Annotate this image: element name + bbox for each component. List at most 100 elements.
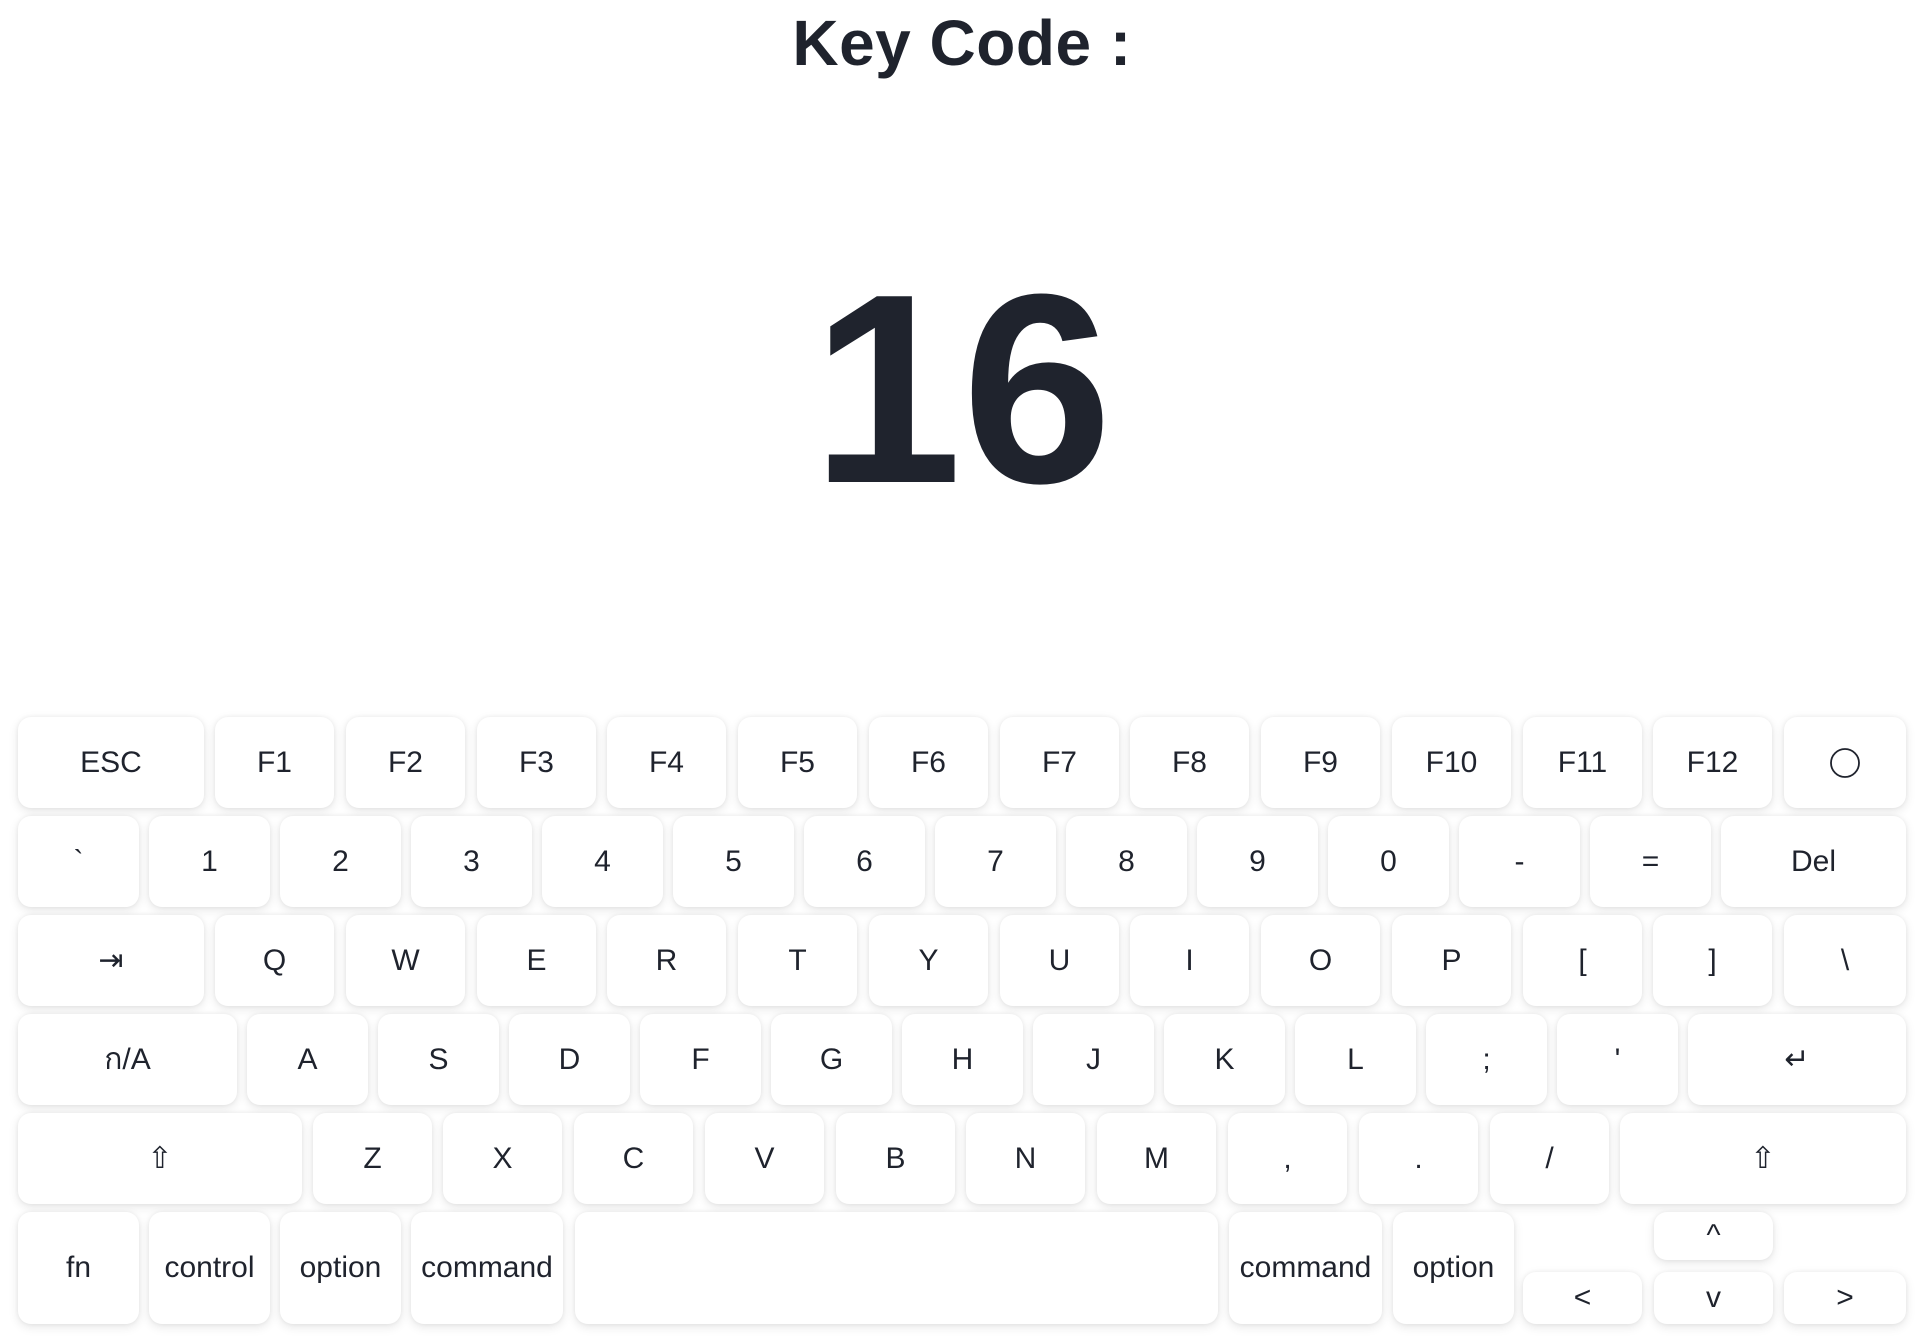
key-8[interactable]: 8: [1066, 816, 1187, 907]
key-command-left[interactable]: command: [411, 1212, 563, 1324]
key-option-left[interactable]: option: [280, 1212, 401, 1324]
key-shift-right[interactable]: ⇧: [1620, 1113, 1906, 1204]
key-0[interactable]: 0: [1328, 816, 1449, 907]
key-label: Del: [1790, 844, 1836, 878]
key-arrow-up[interactable]: ^: [1654, 1212, 1773, 1260]
key-label: ;: [1482, 1042, 1491, 1076]
key-x[interactable]: X: [443, 1113, 562, 1204]
key-right-bracket[interactable]: ]: [1653, 915, 1772, 1006]
key-enter[interactable]: ↵: [1688, 1014, 1906, 1105]
key-label: -: [1514, 844, 1525, 878]
key-5[interactable]: 5: [673, 816, 794, 907]
key-label: 3: [463, 844, 480, 878]
key-4[interactable]: 4: [542, 816, 663, 907]
key-slash[interactable]: /: [1490, 1113, 1609, 1204]
key-option-right[interactable]: option: [1393, 1212, 1514, 1324]
key-q[interactable]: Q: [215, 915, 334, 1006]
key-label: R: [655, 943, 678, 977]
key-k[interactable]: K: [1164, 1014, 1285, 1105]
key-label: 2: [332, 844, 349, 878]
key-label: F4: [648, 745, 684, 779]
key-control[interactable]: control: [149, 1212, 270, 1324]
key-6[interactable]: 6: [804, 816, 925, 907]
key-label: /: [1545, 1141, 1554, 1175]
key-p[interactable]: P: [1392, 915, 1511, 1006]
key-backtick[interactable]: `: [18, 816, 139, 907]
key-f12[interactable]: F12: [1653, 717, 1772, 808]
key-7[interactable]: 7: [935, 816, 1056, 907]
key-label: `: [73, 844, 84, 878]
key-label: fn: [65, 1251, 92, 1284]
key-i[interactable]: I: [1130, 915, 1249, 1006]
key-c[interactable]: C: [574, 1113, 693, 1204]
key-label: ⇥: [98, 944, 124, 977]
key-j[interactable]: J: [1033, 1014, 1154, 1105]
key-f[interactable]: F: [640, 1014, 761, 1105]
key-e[interactable]: E: [477, 915, 596, 1006]
key-label: ⇧: [1750, 1142, 1776, 1175]
key-minus[interactable]: -: [1459, 816, 1580, 907]
key-3[interactable]: 3: [411, 816, 532, 907]
key-f11[interactable]: F11: [1523, 717, 1642, 808]
key-comma[interactable]: ,: [1228, 1113, 1347, 1204]
key-n[interactable]: N: [966, 1113, 1085, 1204]
key-r[interactable]: R: [607, 915, 726, 1006]
key-label: .: [1414, 1141, 1423, 1175]
key-d[interactable]: D: [509, 1014, 630, 1105]
key-label: =: [1641, 844, 1660, 878]
key-semicolon[interactable]: ;: [1426, 1014, 1547, 1105]
key-quote[interactable]: ': [1557, 1014, 1678, 1105]
key-f3[interactable]: F3: [477, 717, 596, 808]
key-label: K: [1214, 1042, 1235, 1076]
key-arrow-left[interactable]: <: [1523, 1272, 1642, 1324]
key-a[interactable]: A: [247, 1014, 368, 1105]
key-v[interactable]: V: [705, 1113, 824, 1204]
key-f6[interactable]: F6: [869, 717, 988, 808]
key-s[interactable]: S: [378, 1014, 499, 1105]
key-f2[interactable]: F2: [346, 717, 465, 808]
key-left-bracket[interactable]: [: [1523, 915, 1642, 1006]
key-h[interactable]: H: [902, 1014, 1023, 1105]
key-w[interactable]: W: [346, 915, 465, 1006]
key-f4[interactable]: F4: [607, 717, 726, 808]
key-t[interactable]: T: [738, 915, 857, 1006]
key-f5[interactable]: F5: [738, 717, 857, 808]
key-esc[interactable]: ESC: [18, 717, 204, 808]
key-f10[interactable]: F10: [1392, 717, 1511, 808]
key-backslash[interactable]: \: [1784, 915, 1906, 1006]
key-2[interactable]: 2: [280, 816, 401, 907]
key-label: 1: [201, 844, 218, 878]
key-o[interactable]: O: [1261, 915, 1380, 1006]
key-m[interactable]: M: [1097, 1113, 1216, 1204]
key-power[interactable]: [1784, 717, 1906, 808]
key-b[interactable]: B: [836, 1113, 955, 1204]
key-z[interactable]: Z: [313, 1113, 432, 1204]
key-language-toggle[interactable]: ก/A: [18, 1014, 237, 1105]
key-label: F9: [1302, 745, 1338, 779]
key-fn[interactable]: fn: [18, 1212, 139, 1324]
key-period[interactable]: .: [1359, 1113, 1478, 1204]
key-equals[interactable]: =: [1590, 816, 1711, 907]
key-arrow-down[interactable]: v: [1654, 1272, 1773, 1324]
key-arrow-right[interactable]: >: [1784, 1272, 1906, 1324]
key-label: ,: [1283, 1141, 1292, 1175]
key-delete[interactable]: Del: [1721, 816, 1906, 907]
key-y[interactable]: Y: [869, 915, 988, 1006]
key-tab[interactable]: ⇥: [18, 915, 204, 1006]
key-label: option: [299, 1251, 382, 1284]
key-f1[interactable]: F1: [215, 717, 334, 808]
key-label: S: [428, 1042, 449, 1076]
key-space[interactable]: [575, 1212, 1218, 1324]
key-u[interactable]: U: [1000, 915, 1119, 1006]
key-f7[interactable]: F7: [1000, 717, 1119, 808]
key-label: W: [391, 943, 420, 977]
key-shift-left[interactable]: ⇧: [18, 1113, 302, 1204]
key-f9[interactable]: F9: [1261, 717, 1380, 808]
key-9[interactable]: 9: [1197, 816, 1318, 907]
key-label: Z: [363, 1141, 382, 1175]
key-command-right[interactable]: command: [1229, 1212, 1382, 1324]
key-1[interactable]: 1: [149, 816, 270, 907]
key-l[interactable]: L: [1295, 1014, 1416, 1105]
key-g[interactable]: G: [771, 1014, 892, 1105]
key-f8[interactable]: F8: [1130, 717, 1249, 808]
